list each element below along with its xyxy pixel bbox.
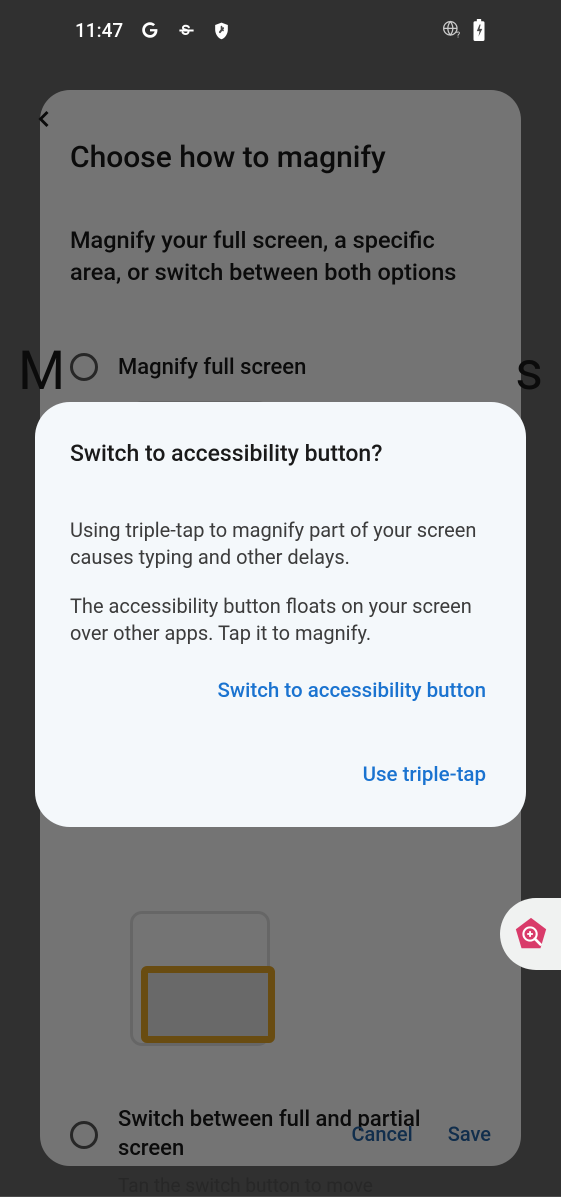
switch-to-accessibility-button[interactable]: Switch to accessibility button xyxy=(70,669,491,713)
dialog-paragraph-1: Using triple-tap to magnify part of your… xyxy=(70,517,491,571)
status-left: 11:47 xyxy=(75,19,231,42)
svg-text:?: ? xyxy=(456,31,460,41)
battery-charging-icon xyxy=(472,19,486,41)
use-triple-tap-button[interactable]: Use triple-tap xyxy=(70,753,491,797)
magnify-plus-icon xyxy=(512,916,550,952)
google-icon xyxy=(139,19,161,41)
shield-icon xyxy=(212,21,231,40)
dialog-title: Switch to accessibility button? xyxy=(70,440,491,467)
confirmation-dialog: Switch to accessibility button? Using tr… xyxy=(35,402,526,827)
globe-question-icon: ? xyxy=(442,20,462,40)
status-time: 11:47 xyxy=(75,19,123,42)
dialog-paragraph-2: The accessibility button floats on your … xyxy=(70,593,491,647)
status-bar: 11:47 ? xyxy=(0,0,561,60)
status-right: ? xyxy=(442,19,486,41)
s-circle-icon xyxy=(177,21,196,40)
